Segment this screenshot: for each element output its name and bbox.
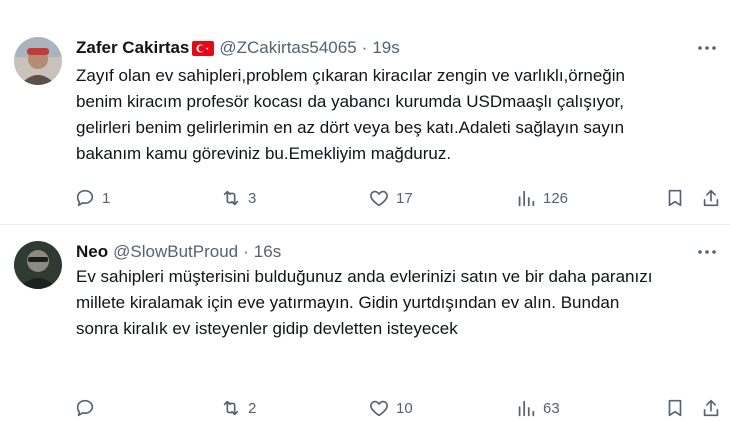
- more-icon[interactable]: [696, 37, 718, 59]
- tweet-body: Neo @SlowButProud · 16s Ev sahipleri müş…: [0, 241, 730, 420]
- share-icon: [703, 399, 719, 417]
- timestamp[interactable]: 16s: [254, 242, 281, 262]
- reply-icon: [76, 399, 94, 417]
- views-icon: [518, 190, 535, 207]
- like-count: 10: [396, 399, 413, 417]
- share-button[interactable]: [700, 185, 722, 211]
- share-icon: [703, 189, 719, 207]
- retweet-count: 3: [248, 189, 257, 207]
- reply-button[interactable]: 1: [74, 185, 110, 211]
- tweet[interactable]: Neo @SlowButProud · 16s Ev sahipleri müş…: [0, 225, 730, 420]
- reply-button[interactable]: [74, 395, 102, 421]
- views-count: 126: [543, 189, 569, 207]
- views-button[interactable]: 126: [515, 185, 568, 211]
- bookmark-icon: [668, 399, 682, 417]
- views-icon: [518, 400, 535, 417]
- retweet-icon: [223, 190, 239, 206]
- separator-dot: ·: [361, 38, 368, 57]
- reply-icon: [76, 189, 94, 207]
- separator-dot: ·: [243, 242, 249, 261]
- bookmark-icon: [668, 189, 682, 207]
- tweet-header: Neo @SlowButProud · 16s: [76, 241, 281, 263]
- like-button[interactable]: 10: [368, 395, 413, 421]
- retweet-icon: [223, 400, 239, 416]
- share-button[interactable]: [700, 395, 722, 421]
- views-button[interactable]: 63: [515, 395, 560, 421]
- bookmark-button[interactable]: [664, 185, 686, 211]
- like-button[interactable]: 17: [368, 185, 413, 211]
- tweet-actions: 2 10 63: [68, 395, 728, 421]
- avatar[interactable]: [14, 37, 62, 85]
- more-icon[interactable]: [696, 241, 718, 263]
- tweet-actions: 1 3 17 126: [68, 185, 728, 211]
- tweet-text: Zayıf olan ev sahipleri,problem çıkaran …: [76, 66, 625, 163]
- reply-count: 1: [102, 189, 111, 207]
- tweet[interactable]: Zafer Cakirtas @ZCakirtas54065 · 19s Zay…: [0, 0, 730, 225]
- tweet-header: Zafer Cakirtas @ZCakirtas54065 · 19s: [76, 37, 400, 59]
- retweet-button[interactable]: 3: [220, 185, 256, 211]
- display-name[interactable]: Zafer Cakirtas: [76, 38, 189, 58]
- bookmark-button[interactable]: [664, 395, 686, 421]
- display-name[interactable]: Neo: [76, 242, 108, 262]
- tweet-text: Ev sahipleri müşterisini bulduğunuz anda…: [76, 267, 653, 338]
- turkey-flag-icon: [192, 40, 215, 56]
- retweet-button[interactable]: 2: [220, 395, 256, 421]
- username[interactable]: @ZCakirtas54065: [219, 38, 356, 58]
- heart-icon: [370, 400, 388, 417]
- like-count: 17: [396, 189, 413, 207]
- heart-icon: [370, 190, 388, 207]
- username[interactable]: @SlowButProud: [113, 242, 238, 262]
- timestamp[interactable]: 19s: [372, 38, 399, 58]
- retweet-count: 2: [248, 399, 257, 417]
- views-count: 63: [543, 399, 560, 417]
